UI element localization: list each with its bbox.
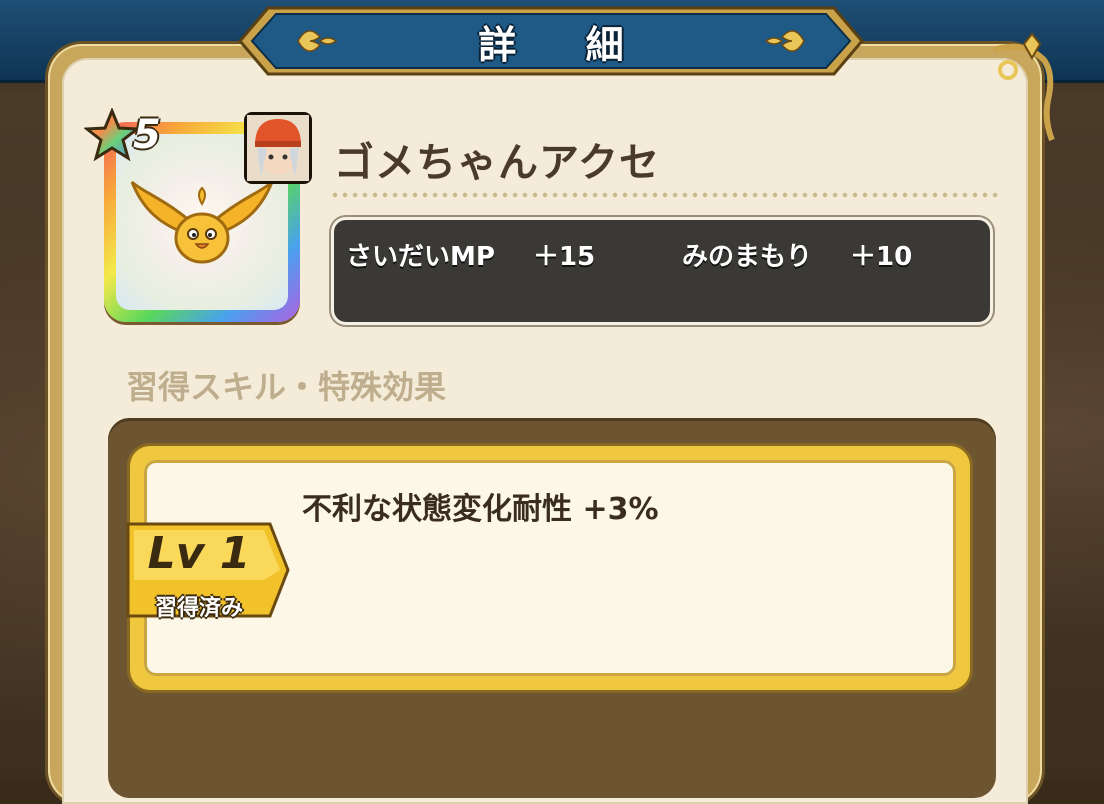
skill-level: Lv 1 — [147, 528, 251, 579]
character-portrait-icon-graphic — [247, 115, 309, 181]
skill-status: 習得済み — [154, 596, 243, 621]
item-name: ゴメちゃんアクセ — [334, 140, 660, 186]
corner-ornament-icon — [993, 32, 1055, 142]
stats-box: さいだいMP ＋15 みのまもり ＋10 — [334, 220, 990, 322]
skills-section-label: 習得スキル・特殊効果 — [126, 368, 447, 406]
title-plate: 詳 細 — [238, 0, 864, 82]
stat-defense: みのまもり ＋10 — [682, 236, 912, 273]
skill-level-badge: Lv 1 習得済み — [124, 520, 292, 621]
stat-label: さいだいMP — [346, 242, 495, 272]
stat-label: みのまもり — [682, 242, 813, 272]
character-portrait-icon[interactable] — [244, 112, 312, 184]
stat-max-mp: さいだいMP ＋15 — [346, 236, 595, 273]
dotted-divider — [330, 192, 998, 198]
page-title: 詳 細 — [478, 23, 652, 67]
rarity-number: 5 — [133, 112, 161, 158]
skill-effect-text: 不利な状態変化耐性 +3% — [302, 492, 659, 527]
stat-value: ＋15 — [532, 242, 596, 272]
stat-value: ＋10 — [850, 242, 913, 272]
rarity-star-icon — [84, 108, 140, 162]
